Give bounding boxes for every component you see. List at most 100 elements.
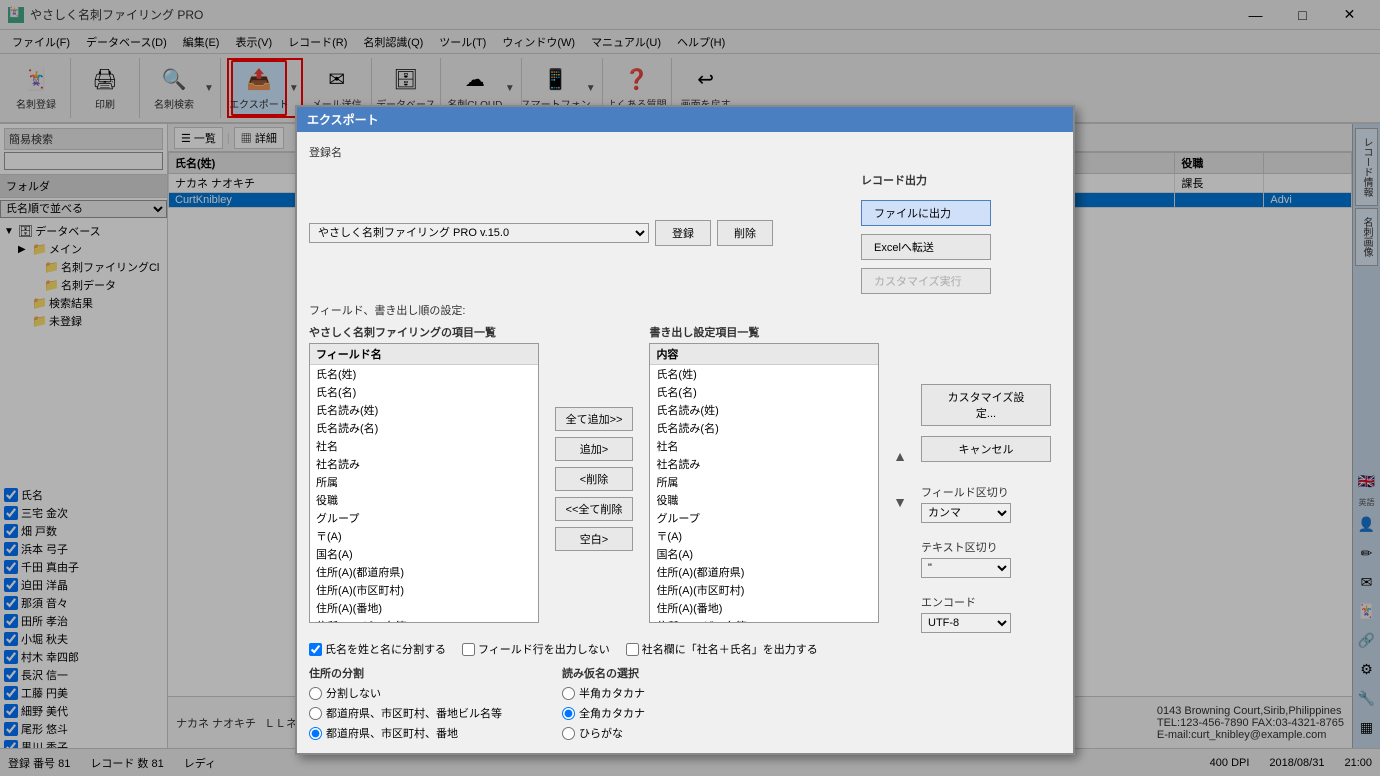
output-label: レコード出力 xyxy=(861,172,1061,188)
encode-select[interactable]: UTF-8 Shift-JIS EUC-JP xyxy=(921,613,1011,633)
dest-field-item[interactable]: 住所(A)(番地) xyxy=(650,599,878,617)
text-sep-select[interactable]: " ' なし xyxy=(921,558,1011,578)
no-field-row-checkbox[interactable]: フィールド行を出力しない xyxy=(462,641,610,657)
radio-pref-city-label: 都道府県、市区町村、番地ビル名等 xyxy=(326,705,502,721)
radio-no-split[interactable]: 分割しない xyxy=(309,685,502,701)
text-sep-area: テキスト区切り " ' なし xyxy=(921,539,1061,578)
reg-name-label: 登録名 xyxy=(309,144,342,160)
field-item[interactable]: 住所(A)(市区町村) xyxy=(310,581,538,599)
reading-group: 読み仮名の選択 半角カタカナ 全角カタカナ ひらがな xyxy=(562,665,645,741)
radio-zenkaku-kata-label: 全角カタカナ xyxy=(579,705,645,721)
dest-field-list[interactable]: 内容 氏名(姓) 氏名(名) 氏名読み(姓) 氏名読み(名) 社名 社名読み 所… xyxy=(649,343,879,623)
dest-field-item[interactable]: 役職 xyxy=(650,491,878,509)
reg-name-input-row: やさしく名刺ファイリング PRO v.15.0 登録 削除 レコード出力 ファイ… xyxy=(309,172,1061,294)
field-item[interactable]: 役職 xyxy=(310,491,538,509)
scroll-arrows: ▲ ▼ xyxy=(891,324,909,633)
field-sep-label: フィールド区切り xyxy=(921,484,1061,500)
dest-field-item[interactable]: グループ xyxy=(650,509,878,527)
dest-field-item[interactable]: 氏名(姓) xyxy=(650,365,878,383)
dest-list-label: 書き出し設定項目一覧 xyxy=(649,324,879,340)
radio-pref-city-no-bld-input[interactable] xyxy=(309,727,322,740)
radio-hankaku-kata-label: 半角カタカナ xyxy=(579,685,645,701)
field-item[interactable]: 氏名(姓) xyxy=(310,365,538,383)
customize-run-button[interactable]: カスタマイズ実行 xyxy=(861,268,991,294)
reg-name-register-button[interactable]: 登録 xyxy=(655,220,711,246)
no-field-row-input[interactable] xyxy=(462,643,475,656)
radio-pref-city[interactable]: 都道府県、市区町村、番地ビル名等 xyxy=(309,705,502,721)
field-item[interactable]: 住所(A)(都道府県) xyxy=(310,563,538,581)
source-field-box: やさしく名刺ファイリングの項目一覧 フィールド名 氏名(姓) 氏名(名) 氏名読… xyxy=(309,324,539,633)
radio-zenkaku-kata[interactable]: 全角カタカナ xyxy=(562,705,645,721)
split-name-label: 氏名を姓と名に分割する xyxy=(325,641,446,657)
field-item[interactable]: 住所2(A)(ビル名等) xyxy=(310,617,538,623)
company-plus-name-checkbox[interactable]: 社名欄に「社名＋氏名」を出力する xyxy=(626,641,818,657)
dest-header: 内容 xyxy=(650,344,878,365)
source-list-label: やさしく名刺ファイリングの項目一覧 xyxy=(309,324,539,340)
encode-label: エンコード xyxy=(921,594,1061,610)
company-plus-name-input[interactable] xyxy=(626,643,639,656)
company-plus-name-label: 社名欄に「社名＋氏名」を出力する xyxy=(642,641,818,657)
field-item[interactable]: 氏名(名) xyxy=(310,383,538,401)
field-item[interactable]: 所属 xyxy=(310,473,538,491)
remove-all-button[interactable]: <<全て削除 xyxy=(555,497,634,521)
dest-field-item[interactable]: 氏名(名) xyxy=(650,383,878,401)
radio-zenkaku-kata-input[interactable] xyxy=(562,707,575,720)
excel-transfer-button[interactable]: Excelへ転送 xyxy=(861,234,991,260)
dest-field-item[interactable]: 社名 xyxy=(650,437,878,455)
field-item[interactable]: 住所(A)(番地) xyxy=(310,599,538,617)
field-item[interactable]: 国名(A) xyxy=(310,545,538,563)
dest-field-item[interactable]: 国名(A) xyxy=(650,545,878,563)
dest-field-item[interactable]: 〒(A) xyxy=(650,527,878,545)
radio-pref-city-input[interactable] xyxy=(309,707,322,720)
reg-name-delete-button[interactable]: 削除 xyxy=(717,220,773,246)
scroll-down-arrow[interactable]: ▼ xyxy=(893,494,907,510)
radio-no-split-input[interactable] xyxy=(309,687,322,700)
dest-field-box: 書き出し設定項目一覧 内容 氏名(姓) 氏名(名) 氏名読み(姓) 氏名読み(名… xyxy=(649,324,879,633)
radio-no-split-label: 分割しない xyxy=(326,685,381,701)
reading-label: 読み仮名の選択 xyxy=(562,665,645,681)
address-split-radio-group: 分割しない 都道府県、市区町村、番地ビル名等 都道府県、市区町村、番地 xyxy=(309,685,502,741)
dest-field-item[interactable]: 社名読み xyxy=(650,455,878,473)
add-button[interactable]: 追加> xyxy=(555,437,634,461)
cancel-button[interactable]: キャンセル xyxy=(921,436,1051,462)
dest-field-item[interactable]: 住所2(A)(ビル名等) xyxy=(650,617,878,623)
field-item[interactable]: 氏名読み(姓) xyxy=(310,401,538,419)
remove-button[interactable]: <削除 xyxy=(555,467,634,491)
field-item[interactable]: 氏名読み(名) xyxy=(310,419,538,437)
address-split-group: 住所の分割 分割しない 都道府県、市区町村、番地ビル名等 都道府県、市区町村、番… xyxy=(309,665,502,741)
options-row: 氏名を姓と名に分割する フィールド行を出力しない 社名欄に「社名＋氏名」を出力す… xyxy=(309,641,1061,657)
radio-hiragana[interactable]: ひらがな xyxy=(562,725,645,741)
text-sep-label: テキスト区切り xyxy=(921,539,1061,555)
address-split-label: 住所の分割 xyxy=(309,665,502,681)
field-item[interactable]: 社名 xyxy=(310,437,538,455)
add-all-button[interactable]: 全て追加>> xyxy=(555,407,634,431)
dest-field-item[interactable]: 氏名読み(姓) xyxy=(650,401,878,419)
field-sep-select[interactable]: カンマ タブ スペース xyxy=(921,503,1011,523)
customize-settings-button[interactable]: カスタマイズ設定... xyxy=(921,384,1051,426)
field-item[interactable]: 社名読み xyxy=(310,455,538,473)
radio-hankaku-kata[interactable]: 半角カタカナ xyxy=(562,685,645,701)
blank-button[interactable]: 空白> xyxy=(555,527,634,551)
radio-hankaku-kata-input[interactable] xyxy=(562,687,575,700)
registration-name-row: 登録名 xyxy=(309,144,1061,164)
no-field-row-label: フィールド行を出力しない xyxy=(478,641,610,657)
field-item[interactable]: 〒(A) xyxy=(310,527,538,545)
dialog-title-text: エクスポート xyxy=(307,111,379,128)
field-item[interactable]: グループ xyxy=(310,509,538,527)
scroll-up-arrow[interactable]: ▲ xyxy=(893,448,907,464)
split-name-input[interactable] xyxy=(309,643,322,656)
dest-field-item[interactable]: 所属 xyxy=(650,473,878,491)
dest-field-item[interactable]: 住所(A)(都道府県) xyxy=(650,563,878,581)
dest-field-item[interactable]: 住所(A)(市区町村) xyxy=(650,581,878,599)
split-name-checkbox[interactable]: 氏名を姓と名に分割する xyxy=(309,641,446,657)
field-sep-area: フィールド区切り カンマ タブ スペース xyxy=(921,484,1061,523)
source-field-list[interactable]: フィールド名 氏名(姓) 氏名(名) 氏名読み(姓) 氏名読み(名) 社名 社名… xyxy=(309,343,539,623)
radio-hiragana-input[interactable] xyxy=(562,727,575,740)
encode-area: エンコード UTF-8 Shift-JIS EUC-JP xyxy=(921,594,1061,633)
reg-name-select[interactable]: やさしく名刺ファイリング PRO v.15.0 xyxy=(309,223,649,243)
source-header: フィールド名 xyxy=(310,344,538,365)
dest-field-item[interactable]: 氏名読み(名) xyxy=(650,419,878,437)
radio-pref-city-no-bld[interactable]: 都道府県、市区町村、番地 xyxy=(309,725,502,741)
file-output-button[interactable]: ファイルに出力 xyxy=(861,200,991,226)
field-transfer-buttons: 全て追加>> 追加> <削除 <<全て削除 空白> xyxy=(551,324,638,633)
